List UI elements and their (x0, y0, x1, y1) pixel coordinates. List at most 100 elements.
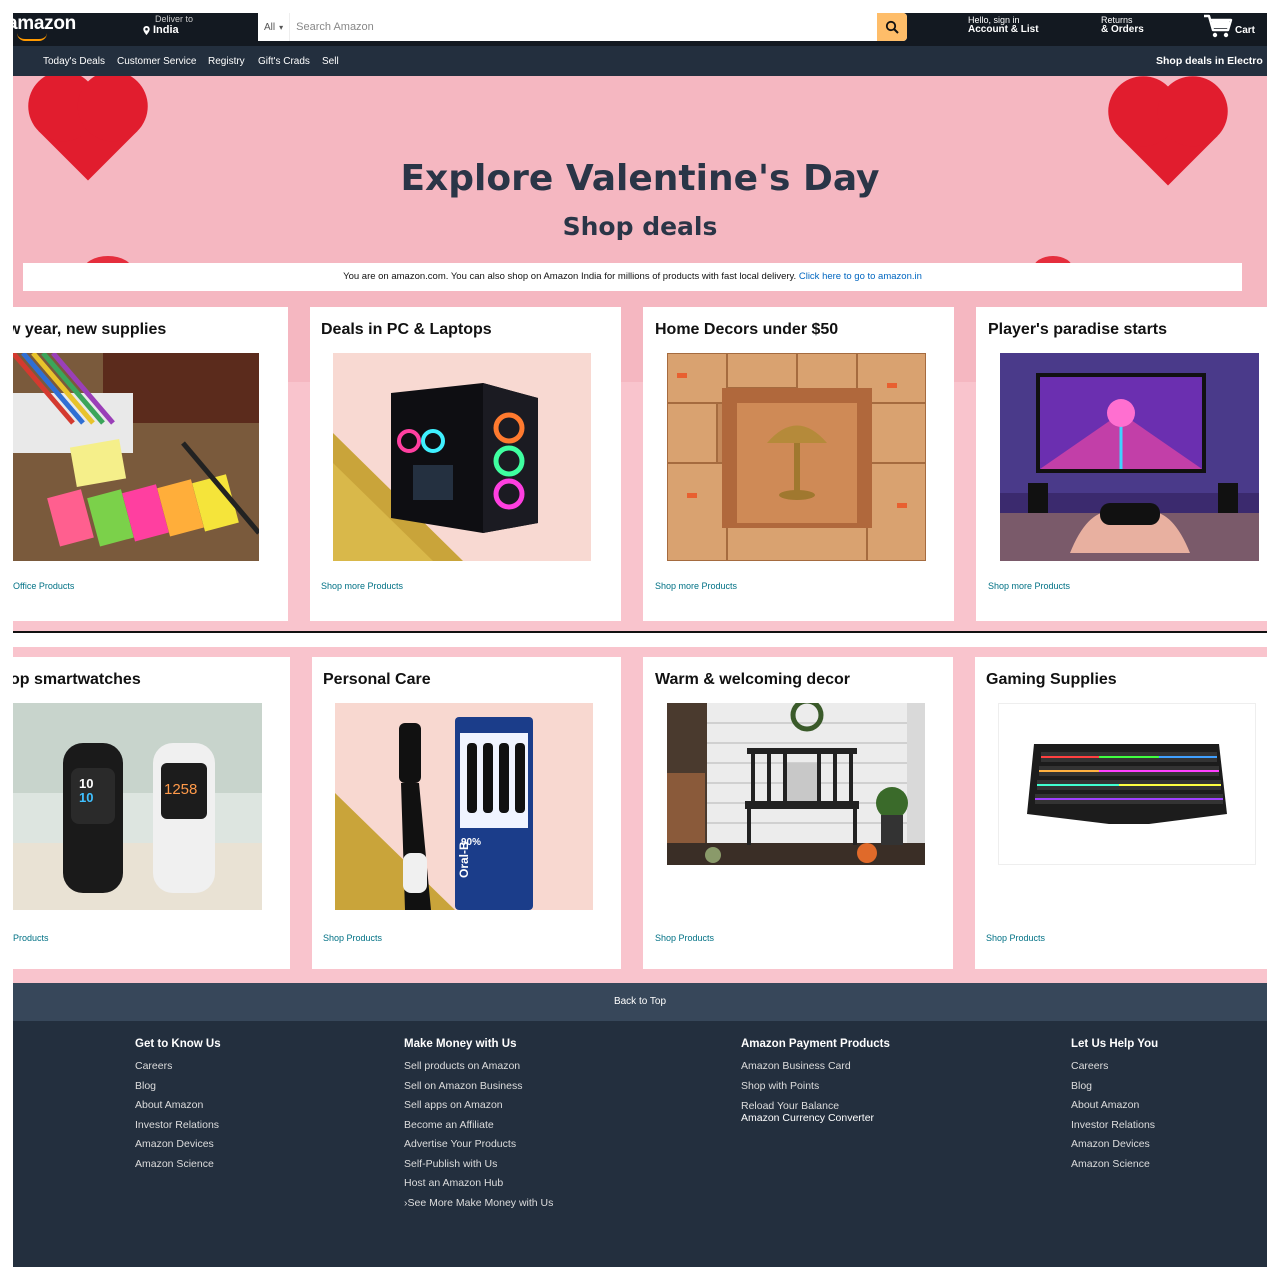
card-title: w year, new supplies (13, 321, 167, 338)
deliver-location: India (153, 24, 179, 36)
subnav-item-gift-cards[interactable]: Gift's Crads (258, 56, 310, 67)
watch-readout-bottom: 10 (79, 790, 94, 805)
footer-link[interactable]: Shop with Points (741, 1077, 890, 1097)
footer-link[interactable]: Reload Your Balance (741, 1100, 890, 1112)
gaming-setup-image[interactable] (1000, 353, 1259, 561)
footer-link[interactable]: Blog (135, 1077, 221, 1097)
deliver-to[interactable]: Deliver to India (143, 14, 193, 36)
returns-orders-link[interactable]: Returns & Orders (1101, 15, 1144, 35)
account-label: Account & List (968, 24, 1039, 35)
card-link[interactable]: Shop Products (986, 933, 1045, 943)
card-title: Home Decors under $50 (655, 321, 839, 338)
footer: Get to Know Us Careers Blog About Amazon… (13, 1021, 1267, 1267)
card-link[interactable]: Products (13, 933, 49, 943)
gaming-pc-drawing (333, 353, 591, 561)
search-input[interactable] (290, 14, 877, 40)
category-card: w year, new supplies Office Products (13, 307, 288, 621)
category-card: Home Decors under $50 Shop more Products (643, 307, 954, 621)
footer-column-payment-products: Amazon Payment Products Amazon Business … (741, 1038, 890, 1124)
card-title: Player's paradise starts (988, 321, 1168, 338)
gaming-keyboard-drawing (999, 704, 1255, 864)
region-notice: You are on amazon.com. You can also shop… (23, 263, 1242, 291)
chevron-down-icon: ▾ (279, 22, 284, 32)
category-card: Player's paradise starts Shop more Produ… (976, 307, 1267, 621)
footer-link[interactable]: Sell on Amazon Business (404, 1077, 553, 1097)
cart-label: Cart (1235, 25, 1256, 36)
office-supplies-image[interactable] (13, 353, 259, 561)
footer-link[interactable]: Careers (1071, 1057, 1158, 1077)
smartwatches-drawing (13, 703, 262, 910)
card-link[interactable]: Shop more Products (988, 581, 1070, 591)
card-title: Warm & welcoming decor (655, 671, 850, 688)
footer-link[interactable]: Amazon Science (1071, 1155, 1158, 1175)
gaming-pc-image[interactable] (333, 353, 591, 561)
footer-link[interactable]: Become an Affiliate (404, 1116, 553, 1136)
footer-heading: Amazon Payment Products (741, 1038, 890, 1050)
footer-link[interactable]: About Amazon (135, 1096, 221, 1116)
gaming-keyboard-image[interactable] (998, 703, 1256, 865)
hero-title: Explore Valentine's Day (400, 158, 880, 199)
card-link[interactable]: Office Products (13, 581, 74, 591)
region-notice-text: You are on amazon.com. You can also shop… (343, 271, 797, 282)
smartwatches-image[interactable]: 10 10 1258 (13, 703, 262, 910)
search-category-select[interactable]: All ▾ (258, 13, 291, 41)
card-link[interactable]: Shop Products (323, 933, 382, 943)
toothbrush-image[interactable]: 90% Oral-B (335, 703, 593, 910)
footer-link[interactable]: Amazon Business Card (741, 1057, 890, 1077)
subnav-item-customer-service[interactable]: Customer Service (117, 56, 196, 67)
search-button[interactable] (877, 13, 907, 41)
card-link[interactable]: Shop more Products (655, 581, 737, 591)
footer-heading: Make Money with Us (404, 1038, 517, 1050)
amazon-india-link[interactable]: Click here to go to amazon.in (799, 271, 922, 282)
cart-button[interactable]: Cart (1203, 13, 1255, 39)
footer-link[interactable]: About Amazon (1071, 1096, 1158, 1116)
amazon-page: amazon Deliver to India All ▾ Hello, sig… (13, 13, 1267, 1267)
footer-link[interactable]: Amazon Devices (135, 1135, 221, 1155)
footer-link[interactable]: Advertise Your Products (404, 1135, 553, 1155)
watch-face-left: 10 10 (79, 777, 93, 805)
porch-bench-image[interactable] (667, 703, 925, 865)
footer-link[interactable]: Blog (1071, 1077, 1158, 1097)
account-lists-menu[interactable]: Hello, sign in Account & List (968, 15, 1039, 35)
subnav-item-sell[interactable]: Sell (322, 56, 339, 67)
footer-link[interactable]: Investor Relations (135, 1116, 221, 1136)
subnav-item-todays-deals[interactable]: Today's Deals (43, 56, 105, 67)
footer-link[interactable]: Amazon Currency Converter (741, 1112, 890, 1124)
location-pin-icon (143, 25, 150, 35)
card-title: Gaming Supplies (986, 671, 1117, 688)
logo-smile-icon (17, 33, 47, 41)
card-link[interactable]: Shop more Products (321, 581, 403, 591)
card-link[interactable]: Shop Products (655, 933, 714, 943)
footer-link[interactable]: Host an Amazon Hub (404, 1174, 553, 1194)
office-supplies-drawing (13, 353, 259, 561)
subnav-item-registry[interactable]: Registry (208, 56, 245, 67)
deliver-location-row: India (143, 24, 193, 36)
logo-text: amazon (13, 13, 76, 34)
footer-link[interactable]: Amazon Science (135, 1155, 221, 1175)
section-divider (13, 631, 1267, 633)
category-card: op smartwatches 10 10 1258 Products (13, 657, 290, 969)
watch-readout-right: 1258 (164, 781, 198, 798)
footer-column-make-money: Make Money with Us Sell products on Amaz… (404, 1038, 553, 1213)
footer-link[interactable]: Sell apps on Amazon (404, 1096, 553, 1116)
watch-readout-top: 10 (79, 776, 94, 791)
search-bar: All ▾ (258, 13, 907, 41)
back-to-top-button[interactable]: Back to Top (13, 983, 1267, 1021)
footer-link[interactable]: Sell products on Amazon (404, 1057, 553, 1077)
sub-nav-bar: Today's Deals Customer Service Registry … (13, 46, 1267, 76)
search-category-label: All (264, 21, 276, 33)
hero-subtitle: Shop deals (562, 212, 718, 241)
footer-link[interactable]: Self-Publish with Us (404, 1155, 553, 1175)
footer-link[interactable]: Careers (135, 1057, 221, 1077)
footer-heading: Get to Know Us (135, 1038, 221, 1050)
footer-link[interactable]: Investor Relations (1071, 1116, 1158, 1136)
home-decor-drawing (667, 353, 926, 561)
card-title: op smartwatches (13, 671, 141, 688)
porch-bench-drawing (667, 703, 925, 865)
footer-link[interactable]: ›See More Make Money with Us (404, 1194, 553, 1214)
home-decor-lamp-image[interactable] (667, 353, 926, 561)
footer-link[interactable]: Amazon Devices (1071, 1135, 1158, 1155)
subnav-promo-link[interactable]: Shop deals in Electro (1156, 55, 1263, 67)
amazon-logo[interactable]: amazon (13, 13, 76, 41)
top-nav-bar: amazon Deliver to India All ▾ Hello, sig… (13, 13, 1267, 46)
